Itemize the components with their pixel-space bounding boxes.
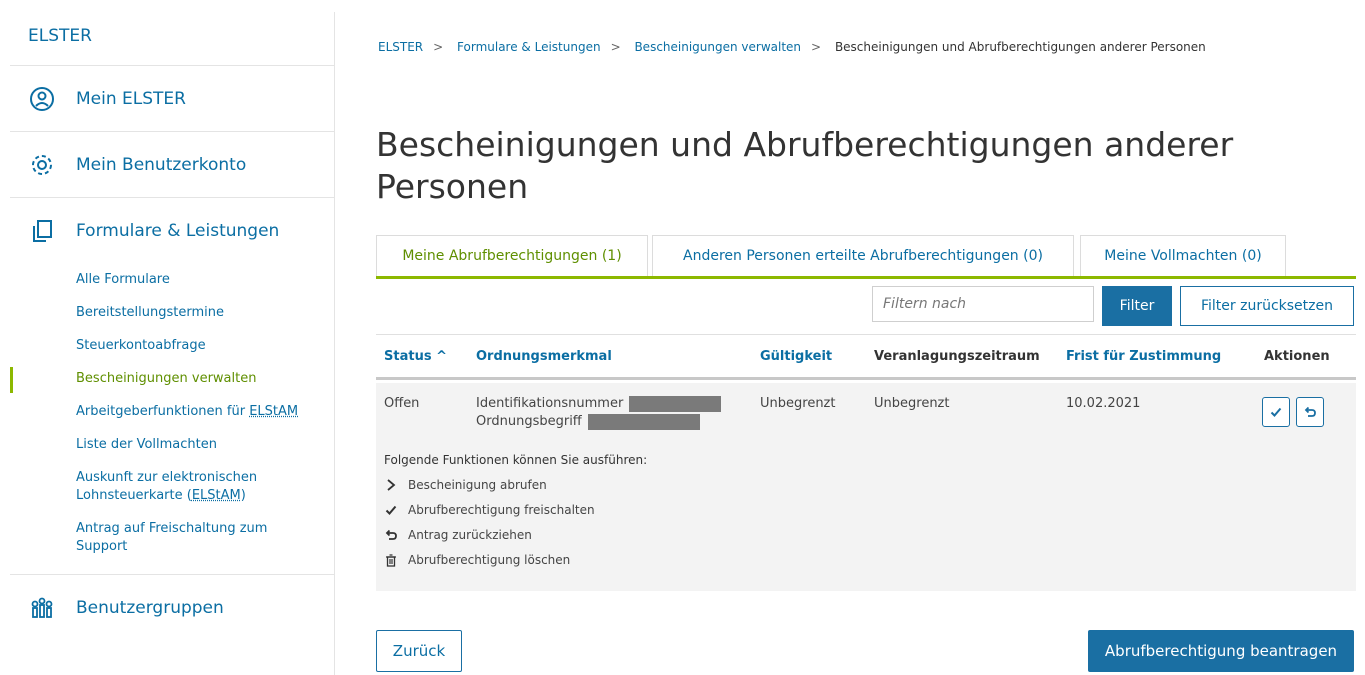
sidebar-item-mein-elster[interactable]: Mein ELSTER (10, 66, 334, 132)
sidebar-item-label: Mein ELSTER (76, 88, 186, 109)
breadcrumb-link[interactable]: Bescheinigungen verwalten (634, 40, 801, 54)
sidebar-subitem-label: Arbeitgeberfunktionen für (76, 404, 246, 419)
user-circle-icon (28, 85, 56, 113)
sidebar-item-formulare[interactable]: Formulare & Leistungen (10, 198, 334, 264)
gear-icon (28, 151, 56, 179)
table-row: Offen Identifikationsnummer Ordnungsbegr… (376, 383, 1356, 591)
sidebar: ELSTER Mein ELSTER Mein Benutzerkonto Fo… (10, 12, 335, 675)
sidebar-top-link[interactable]: ELSTER (10, 12, 334, 66)
back-button[interactable]: Zurück (376, 630, 462, 672)
column-header-frist[interactable]: Frist für Zustimmung (1066, 349, 1221, 364)
tab-bar: Meine Abrufberechtigungen (1) Anderen Pe… (376, 235, 1356, 279)
column-header-aktionen: Aktionen (1264, 349, 1330, 364)
breadcrumb: ELSTER > Formulare & Leistungen > Beschein… (378, 40, 1206, 54)
ordnungsmerkmal-label: Ordnungsbegriff (476, 414, 582, 429)
filter-input[interactable] (872, 286, 1094, 322)
chevron-right-icon: > (811, 40, 822, 54)
sidebar-subitem-label: Bereitstellungstermine (76, 305, 225, 320)
withdraw-button[interactable] (1296, 397, 1324, 427)
sidebar-subitem-label: Steuerkontoabfrage (76, 338, 206, 353)
filter-button[interactable]: Filter (1102, 286, 1172, 326)
function-item: Abrufberechtigung löschen (384, 553, 570, 567)
function-item: Bescheinigung abrufen (384, 478, 547, 492)
main-content: ELSTER > Formulare & Leistungen > Beschein… (376, 0, 1356, 675)
sidebar-subitem-bereitstellungstermine[interactable]: Bereitstellungstermine (10, 297, 334, 330)
column-header-ordnungsmerkmal[interactable]: Ordnungsmerkmal (476, 349, 612, 364)
sidebar-subitem-abbr: ELStAM (249, 404, 299, 419)
sidebar-subitem-line2: Lohnsteuerkarte (ELStAM) (76, 487, 334, 505)
sidebar-subitem-line2: Support (76, 539, 128, 554)
tab-anderen-personen[interactable]: Anderen Personen erteilte Abrufberechtig… (652, 235, 1074, 276)
sidebar-subitem-line1: Antrag auf Freischaltung zum (76, 521, 268, 536)
function-label: Antrag zurückziehen (408, 528, 532, 542)
chevron-right-icon (384, 478, 398, 492)
sidebar-section-formulare: Formulare & Leistungen Alle Formulare Be… (10, 198, 334, 575)
sidebar-subitem-line2-suffix: ) (240, 488, 246, 503)
check-icon (384, 503, 398, 517)
function-label: Abrufberechtigung löschen (408, 553, 571, 567)
breadcrumb-link[interactable]: ELSTER (378, 40, 423, 54)
redacted-block (629, 395, 722, 412)
sidebar-subitem-bescheinigungen-verwalten[interactable]: Bescheinigungen verwalten (10, 363, 334, 396)
trash-icon (384, 553, 398, 567)
sidebar-subitem-steuerkontoabfrage[interactable]: Steuerkontoabfrage (10, 330, 334, 363)
undo-icon (1304, 403, 1316, 422)
documents-icon (28, 217, 56, 245)
sidebar-item-benutzerkonto[interactable]: Mein Benutzerkonto (10, 132, 334, 198)
tab-label: Anderen Personen erteilte Abrufberechtig… (683, 248, 1043, 264)
sidebar-top-label[interactable]: ELSTER (28, 26, 92, 46)
ordnungsmerkmal-label: Identifikationsnummer (476, 396, 624, 411)
filter-reset-button[interactable]: Filter zurücksetzen (1180, 286, 1354, 326)
column-header-gueltigkeit[interactable]: Gültigkeit (760, 349, 832, 364)
user-group-icon (28, 594, 56, 622)
sidebar-subitem-line2-prefix: Lohnsteuerkarte ( (76, 488, 192, 503)
sidebar-item-label: Mein Benutzerkonto (76, 154, 247, 175)
sidebar-subitem-antrag-support[interactable]: Antrag auf Freischaltung zum Support (10, 513, 334, 564)
sidebar-subitem-label: Bescheinigungen verwalten (76, 371, 257, 386)
ordnungsmerkmal-line2: Ordnungsbegriff (476, 413, 721, 431)
approve-button[interactable] (1262, 397, 1290, 427)
chevron-right-icon: > (433, 40, 444, 54)
sidebar-subitem-alle-formulare[interactable]: Alle Formulare (10, 264, 334, 297)
sidebar-subitem-arbeitgeberfunktionen[interactable]: Arbeitgeberfunktionen für ELStAM (10, 396, 334, 429)
ordnungsmerkmal-line1: Identifikationsnummer (476, 395, 722, 413)
sidebar-item-benutzergruppen[interactable]: Benutzergruppen (10, 575, 334, 641)
undo-icon (384, 528, 398, 542)
cell-gueltigkeit: Unbegrenzt (760, 396, 836, 411)
cell-frist: 10.02.2021 (1066, 396, 1141, 411)
tab-label: Meine Vollmachten (0) (1104, 248, 1262, 264)
sidebar-subitem-liste-vollmachten[interactable]: Liste der Vollmachten (10, 429, 334, 462)
column-header-status[interactable]: Status ^ (384, 349, 447, 364)
function-label: Bescheinigung abrufen (408, 478, 547, 492)
tab-meine-vollmachten[interactable]: Meine Vollmachten (0) (1080, 235, 1286, 276)
function-label: Abrufberechtigung freischalten (408, 503, 595, 517)
check-icon (1270, 403, 1282, 422)
sidebar-subitem-label: Liste der Vollmachten (76, 437, 217, 452)
functions-title: Folgende Funktionen können Sie ausführen… (384, 453, 648, 467)
breadcrumb-current: Bescheinigungen und Abrufberechtigungen … (834, 40, 1206, 54)
breadcrumb-link[interactable]: Formulare & Leistungen (457, 40, 601, 54)
table-header: Status ^ Ordnungsmerkmal Gültigkeit Vera… (376, 334, 1356, 380)
sidebar-subitem-auskunft[interactable]: Auskunft zur elektronischen Lohnsteuerka… (10, 462, 334, 513)
sidebar-item-label: Formulare & Leistungen (76, 221, 280, 241)
tab-meine-abrufberechtigungen[interactable]: Meine Abrufberechtigungen (1) (376, 235, 648, 276)
function-item: Antrag zurückziehen (384, 528, 532, 542)
tab-label: Meine Abrufberechtigungen (1) (402, 248, 622, 264)
column-header-veranlagungszeitraum: Veranlagungszeitraum (874, 349, 1040, 364)
chevron-right-icon: > (610, 40, 621, 54)
column-header-label: Status ^ (384, 349, 447, 364)
sidebar-subitem-label: Alle Formulare (76, 272, 170, 287)
cell-ordnungsmerkmal: Identifikationsnummer Ordnungsbegriff (476, 395, 722, 431)
sidebar-subitem-abbr: ELStAM (191, 488, 241, 503)
function-item: Abrufberechtigung freischalten (384, 503, 595, 517)
sidebar-item-label: Benutzergruppen (76, 598, 224, 618)
redacted-block (587, 413, 700, 430)
request-permission-button[interactable]: Abrufberechtigung beantragen (1088, 630, 1354, 672)
sidebar-subitem-line1: Auskunft zur elektronischen (76, 470, 258, 485)
page-title: Bescheinigungen und Abrufberechtigungen … (376, 125, 1234, 206)
cell-status: Offen (384, 396, 420, 411)
cell-zeitraum: Unbegrenzt (874, 396, 950, 411)
